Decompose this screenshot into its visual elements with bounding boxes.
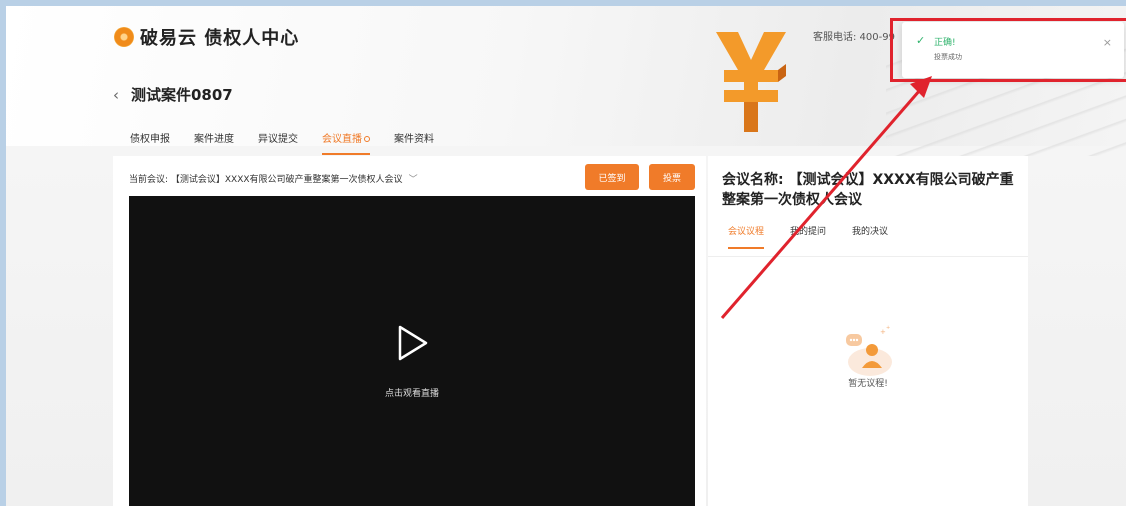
app-window: 破易云 债权人中心 客服电话: 400-99 ‹ 测试案件0807 债权申报 案… [6, 6, 1126, 506]
annotation-arrow [720, 76, 932, 319]
